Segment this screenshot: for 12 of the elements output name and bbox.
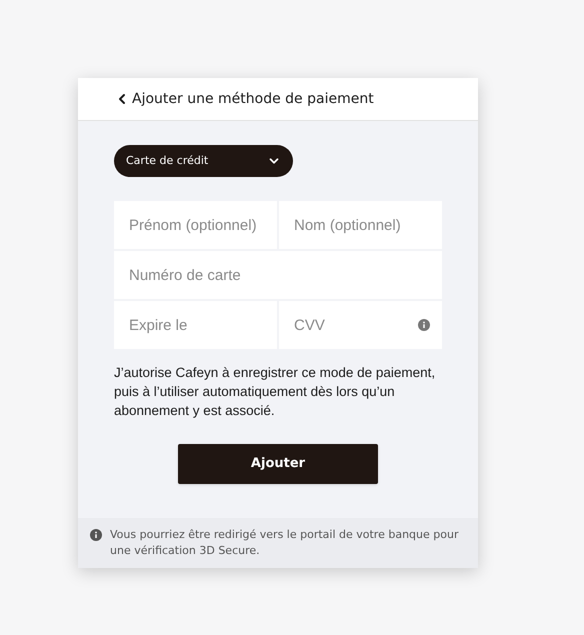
payment-method-dropdown[interactable]: Carte de crédit [114, 145, 293, 177]
back-link[interactable]: Ajouter une méthode de paiement [114, 88, 374, 110]
input-field[interactable]: Prénom (optionnel) [114, 201, 277, 249]
input-field[interactable]: CVV [279, 301, 442, 349]
notice-text: Vous pourriez être redirigé vers le portail de votre banque pour une vérification 3D Secure. [110, 527, 460, 559]
add-button[interactable]: Ajouter [178, 444, 378, 484]
input-field[interactable]: Nom (optionnel) [279, 201, 442, 249]
input-field[interactable]: Numéro de carte [114, 251, 442, 299]
input-field[interactable]: Expire le [114, 301, 277, 349]
info-icon [90, 529, 102, 541]
info-icon [418, 319, 430, 331]
consent-text: J’autorise Cafeyn à enregistrer ce mode de paiement, puis à l’utiliser automatiquement dès lors qu’un abonnement y est associé. [114, 364, 436, 420]
